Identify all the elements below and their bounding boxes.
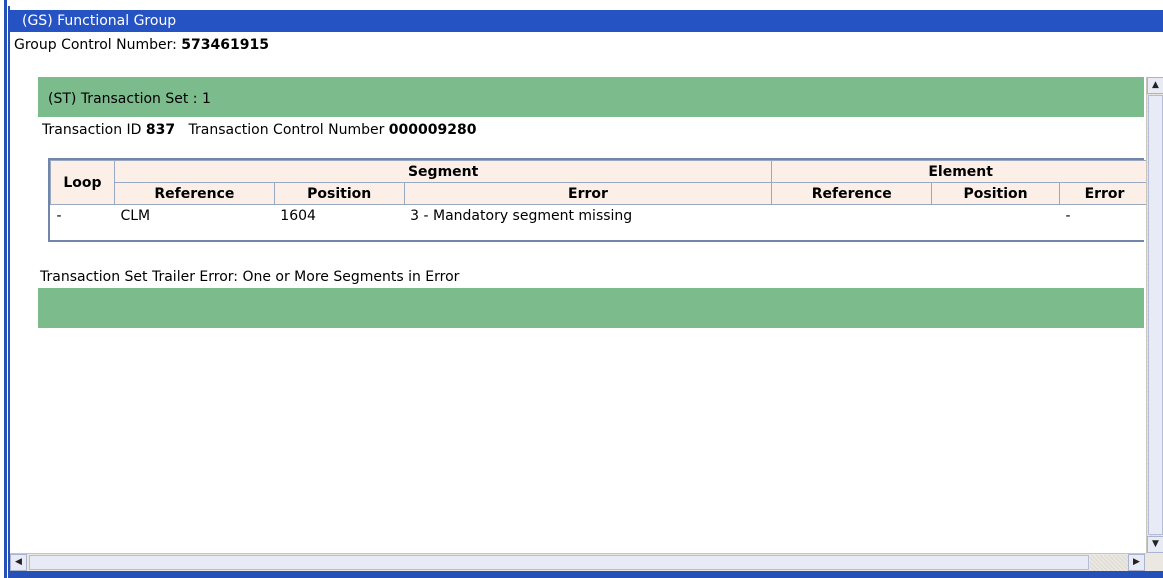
loop-header: Loop: [50, 160, 115, 205]
element-header: Element: [771, 160, 1150, 183]
horizontal-scrollbar[interactable]: ◀ ▶: [10, 553, 1146, 571]
transaction-set-header: (ST) Transaction Set : 1: [48, 91, 211, 107]
segment-reference-header: Reference: [113, 182, 275, 205]
scroll-left-arrow-icon[interactable]: ◀: [10, 554, 27, 571]
segment-error-cell: 3 - Mandatory segment missing: [410, 207, 633, 224]
segment-position-header: Position: [273, 182, 405, 205]
group-control-label: Group Control Number:: [14, 37, 182, 53]
segment-reference-cell: CLM: [120, 207, 151, 224]
element-position-cell: [932, 205, 1060, 227]
element-error-cell: -: [1065, 207, 1071, 224]
transaction-set-body: Transaction ID 837 Transaction Control N…: [38, 117, 1150, 288]
group-control-value: 573461915: [181, 37, 269, 53]
transaction-info: Transaction ID 837 Transaction Control N…: [42, 119, 476, 141]
element-reference-cell: [772, 205, 932, 227]
horizontal-scroll-thumb[interactable]: [29, 555, 1089, 570]
scroll-up-arrow-icon[interactable]: ▲: [1147, 77, 1163, 94]
scrollbar-corner: [1146, 553, 1163, 571]
table-group-header-row: Loop Segment Element: [50, 160, 1150, 205]
scroll-down-arrow-icon[interactable]: ▼: [1147, 536, 1163, 553]
transaction-id-value: 837: [145, 122, 176, 138]
element-position-header: Position: [931, 182, 1061, 205]
element-error-header: Error: [1059, 182, 1150, 205]
window-left-inner-border: [8, 6, 10, 578]
error-table: Loop Segment Element Reference Position …: [48, 158, 1150, 242]
element-reference-header: Reference: [771, 182, 933, 205]
segment-position-cell: 1604: [280, 207, 316, 224]
functional-group-title: (GS) Functional Group: [10, 10, 1163, 32]
table-column-header-row: Reference Position Error Reference Posit…: [51, 182, 1150, 205]
transaction-control-label: Transaction Control Number: [188, 122, 389, 138]
transaction-id-label: Transaction ID: [42, 122, 146, 138]
group-control-number: Group Control Number: 573461915: [14, 35, 269, 55]
transaction-set-trailer-error: Transaction Set Trailer Error: One or Mo…: [40, 269, 460, 285]
transaction-control-value: 000009280: [388, 122, 477, 138]
segment-error-header: Error: [403, 182, 773, 205]
window-bottom-border: [8, 571, 1163, 578]
segment-header: Segment: [113, 160, 773, 183]
table-row: - CLM 1604 3 - Mandatory segment missing…: [51, 205, 1150, 227]
vertical-scroll-thumb[interactable]: [1148, 95, 1163, 535]
loop-cell: -: [56, 207, 62, 224]
transaction-set-panel: (ST) Transaction Set : 1 Transaction ID …: [38, 77, 1150, 328]
vertical-scrollbar[interactable]: ▲ ▼: [1146, 77, 1163, 553]
horizontal-scroll-track[interactable]: [1090, 555, 1128, 571]
scroll-right-arrow-icon[interactable]: ▶: [1128, 554, 1145, 571]
window-left-border: [4, 0, 7, 578]
